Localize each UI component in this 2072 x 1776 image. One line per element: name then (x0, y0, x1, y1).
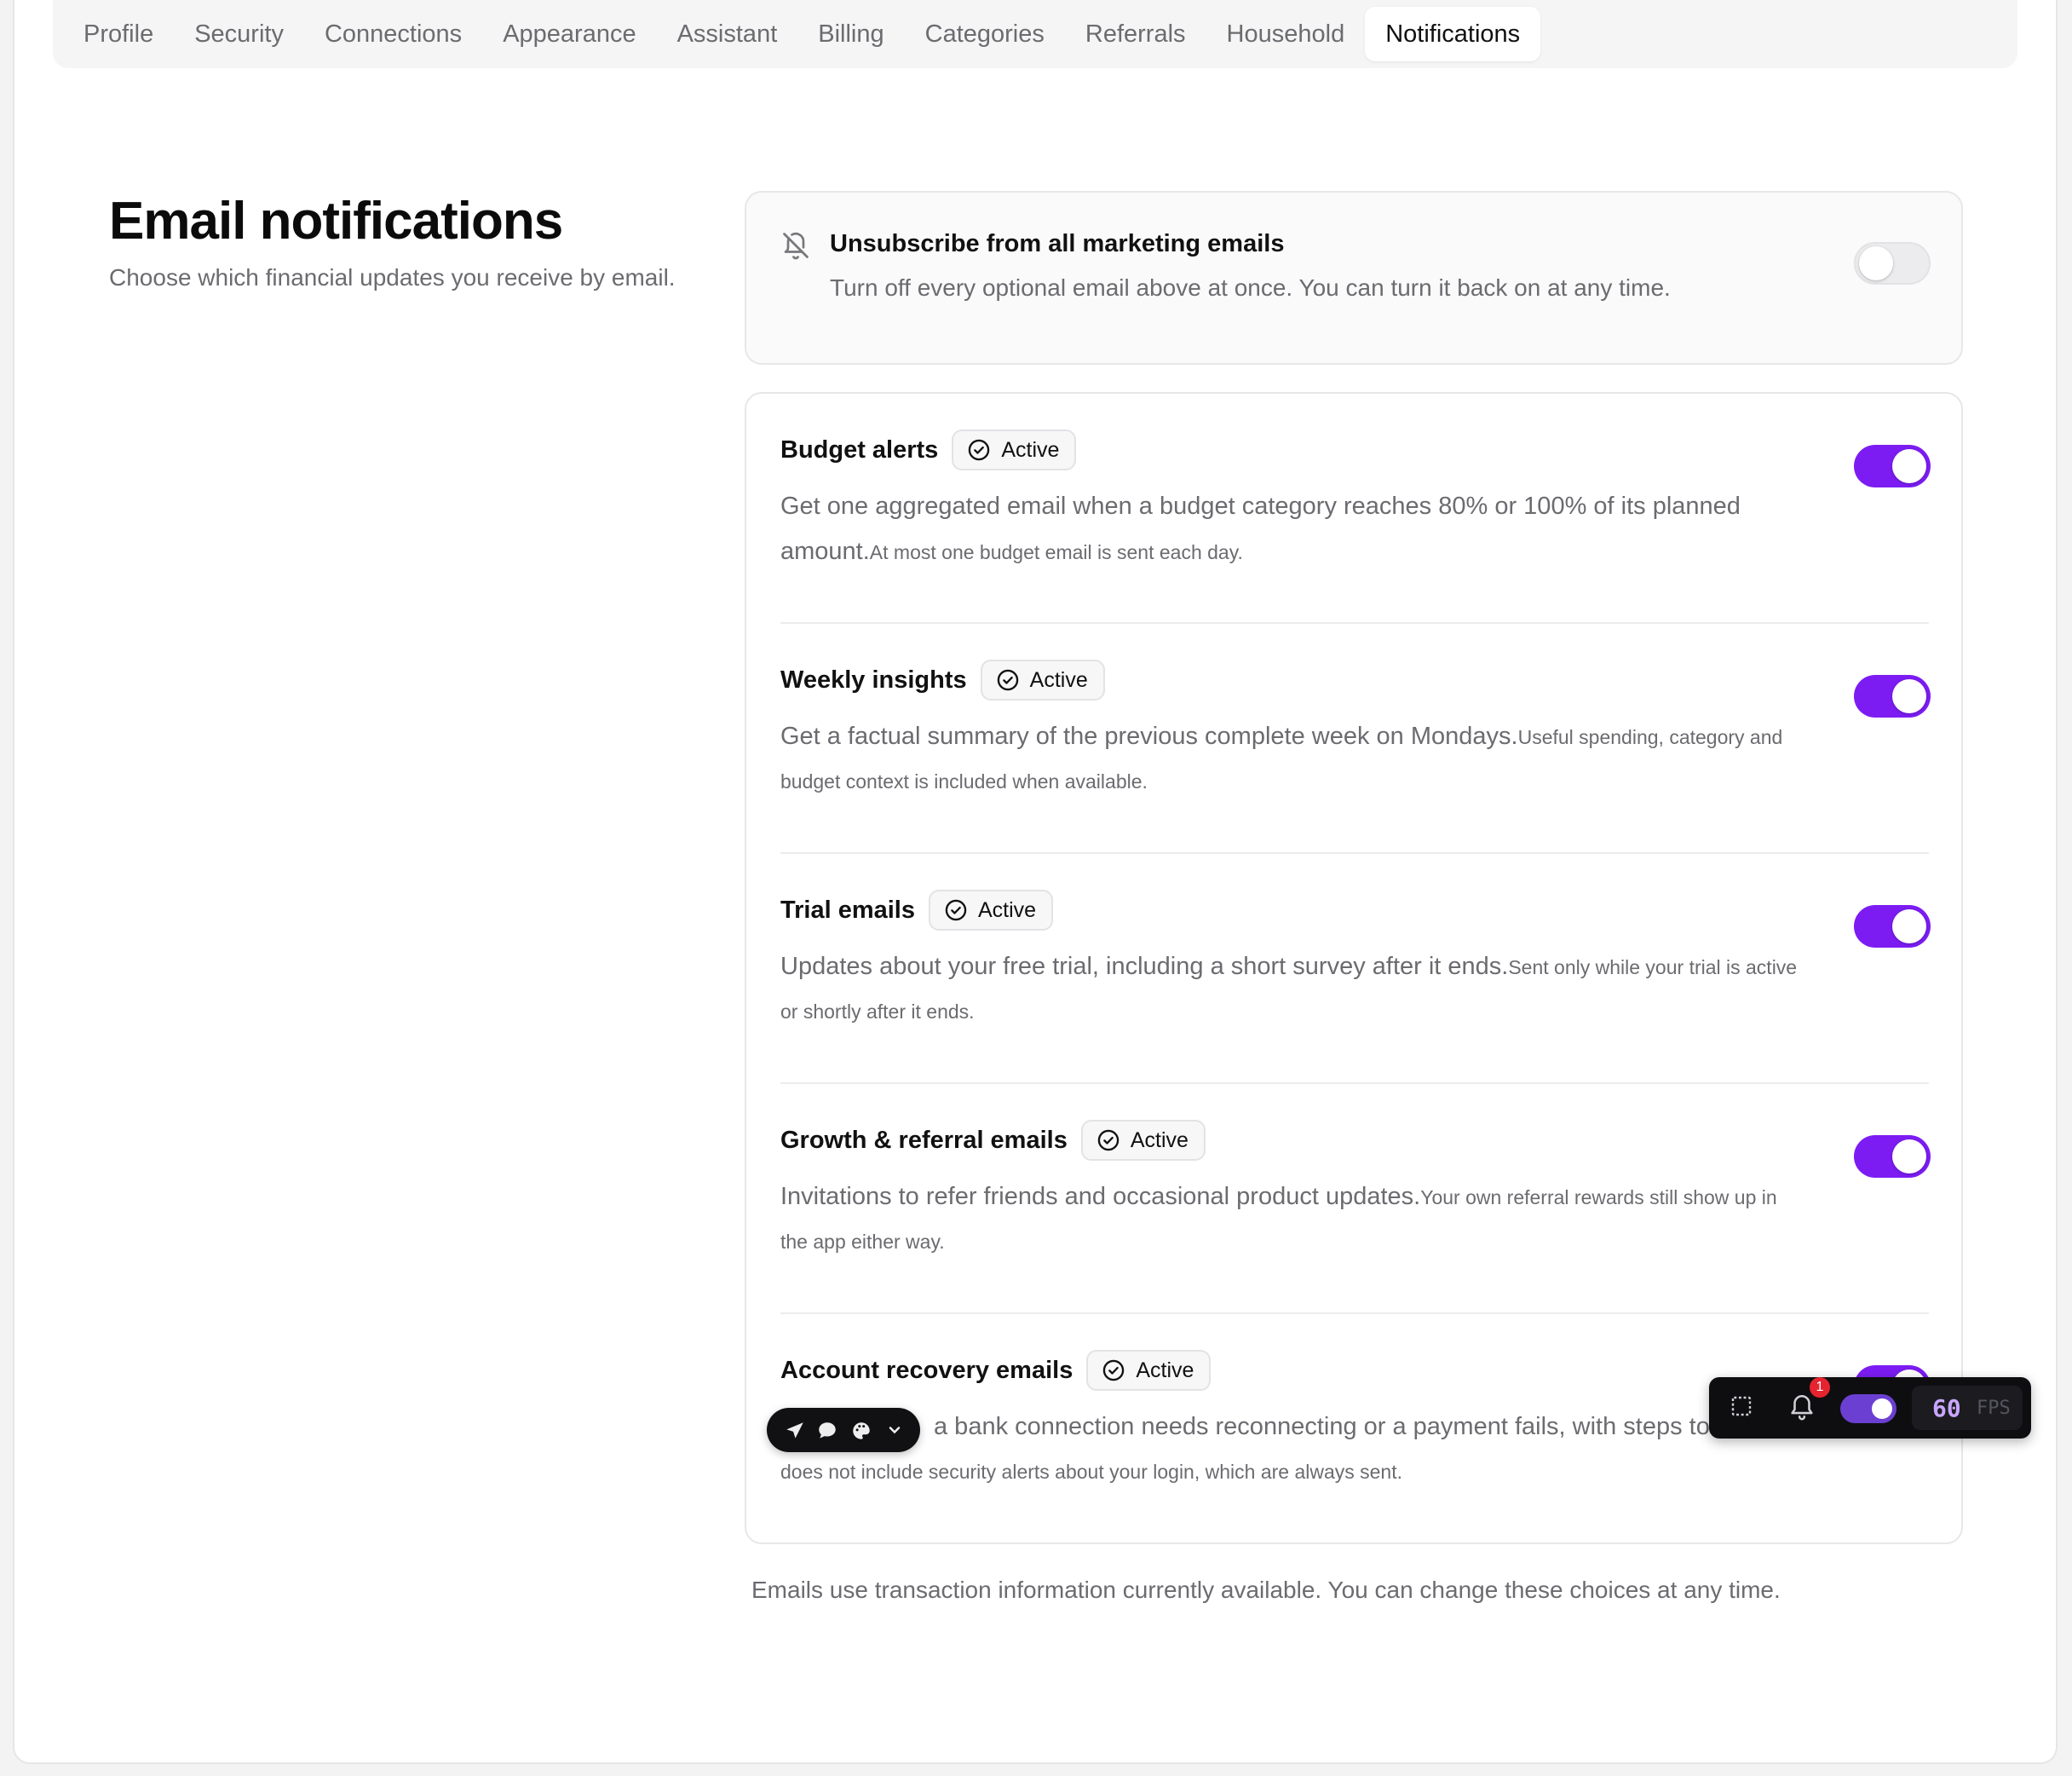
item-description-main: a bank connection needs reconnecting or … (934, 1413, 1730, 1440)
toggle-knob (1872, 1398, 1892, 1419)
settings-tabs: Profile Security Connections Appearance … (53, 0, 2017, 68)
send-icon[interactable] (784, 1420, 806, 1446)
check-circle-icon (969, 439, 990, 461)
tab-security[interactable]: Security (174, 7, 304, 61)
check-circle-icon (1097, 1129, 1119, 1151)
devtools-bar: 1 60 FPS (1709, 1377, 2031, 1439)
section-intro: Email notifications Choose which financi… (109, 187, 676, 291)
unsubscribe-toggle[interactable] (1854, 242, 1931, 285)
item-title: Weekly insights (780, 666, 967, 694)
unsubscribe-title: Unsubscribe from all marketing emails (830, 230, 1285, 257)
select-element-icon[interactable] (1730, 1394, 1757, 1426)
item-title: Account recovery emails (780, 1356, 1073, 1384)
footnote: Emails use transaction information curre… (751, 1577, 1781, 1603)
status-badge: Active (1080, 1120, 1206, 1161)
item-description: Get a factual summary of the previous co… (780, 716, 1803, 805)
tab-notifications[interactable]: Notifications (1365, 7, 1541, 61)
item-description-note: does not include security alerts about y… (780, 1461, 1403, 1483)
page-subtitle: Choose which financial updates you recei… (109, 264, 676, 291)
tab-household[interactable]: Household (1206, 7, 1366, 61)
bell-icon[interactable] (1787, 1393, 1816, 1426)
status-badge-label: Active (978, 897, 1037, 922)
tab-assistant[interactable]: Assistant (657, 7, 798, 61)
divider (780, 1082, 1929, 1084)
status-badge-label: Active (1136, 1358, 1194, 1382)
page-title: Email notifications (109, 192, 563, 251)
divider (780, 1312, 1929, 1314)
palette-icon[interactable] (850, 1420, 872, 1446)
comment-icon[interactable] (816, 1420, 838, 1446)
item-description-note: At most one budget email is sent each da… (869, 541, 1243, 563)
floating-toolbar (767, 1408, 920, 1452)
status-badge: Active (1086, 1350, 1212, 1391)
status-badge-label: Active (1001, 437, 1060, 462)
chevron-down-icon[interactable] (886, 1421, 903, 1443)
notification-item-budget-alerts: Budget alerts Active Get one aggregated … (780, 428, 1929, 576)
notification-list: Budget alerts Active Get one aggregated … (745, 392, 1963, 1544)
notification-item-weekly-insights: Weekly insights Active Get a factual sum… (780, 658, 1929, 805)
toggle-knob (1859, 246, 1893, 280)
bell-off-icon (780, 230, 811, 261)
fps-meter: 60 FPS (1912, 1386, 2023, 1430)
tab-referrals[interactable]: Referrals (1065, 7, 1206, 61)
trial-emails-toggle[interactable] (1854, 905, 1931, 948)
item-title: Budget alerts (780, 435, 939, 464)
tab-appearance[interactable]: Appearance (482, 7, 656, 61)
toggle-knob (1892, 909, 1926, 943)
check-circle-icon (945, 899, 967, 921)
item-description: Invitations to refer friends and occasio… (780, 1176, 1803, 1266)
item-description: Updates about your free trial, including… (780, 946, 1803, 1035)
budget-alerts-toggle[interactable] (1854, 445, 1931, 487)
devtools-toggle[interactable] (1840, 1394, 1896, 1423)
status-badge: Active (980, 660, 1105, 701)
item-description: a bank connection needs reconnecting or … (780, 1406, 1803, 1496)
growth-referral-toggle[interactable] (1854, 1135, 1931, 1178)
tab-connections[interactable]: Connections (304, 7, 482, 61)
item-title: Growth & referral emails (780, 1126, 1068, 1154)
status-badge: Active (929, 890, 1054, 931)
status-badge: Active (952, 430, 1077, 470)
item-title: Trial emails (780, 896, 915, 924)
tab-categories[interactable]: Categories (905, 7, 1065, 61)
divider (780, 852, 1929, 854)
divider (780, 622, 1929, 624)
item-description-main: Updates about your free trial, including… (780, 953, 1509, 980)
toggle-knob (1892, 679, 1926, 713)
fps-value: 60 (1932, 1394, 1961, 1422)
notification-item-growth-referral: Growth & referral emails Active Invitati… (780, 1118, 1929, 1266)
status-badge-label: Active (1029, 667, 1088, 692)
notification-item-trial-emails: Trial emails Active Updates about your f… (780, 888, 1929, 1035)
unsubscribe-card: Unsubscribe from all marketing emails Tu… (745, 191, 1963, 365)
fps-label: FPS (1977, 1398, 2011, 1419)
unsubscribe-description: Turn off every optional email above at o… (830, 274, 1671, 301)
status-badge-label: Active (1130, 1127, 1189, 1152)
item-description: Get one aggregated email when a budget c… (780, 486, 1803, 576)
notification-count-badge: 1 (1810, 1377, 1830, 1398)
item-description-main: Invitations to refer friends and occasio… (780, 1183, 1421, 1210)
weekly-insights-toggle[interactable] (1854, 675, 1931, 718)
toggle-knob (1892, 449, 1926, 483)
item-description-main: Get a factual summary of the previous co… (780, 723, 1518, 750)
tab-profile[interactable]: Profile (63, 7, 174, 61)
toggle-knob (1892, 1139, 1926, 1173)
check-circle-icon (1103, 1359, 1125, 1381)
check-circle-icon (997, 669, 1018, 691)
tab-billing[interactable]: Billing (797, 7, 904, 61)
